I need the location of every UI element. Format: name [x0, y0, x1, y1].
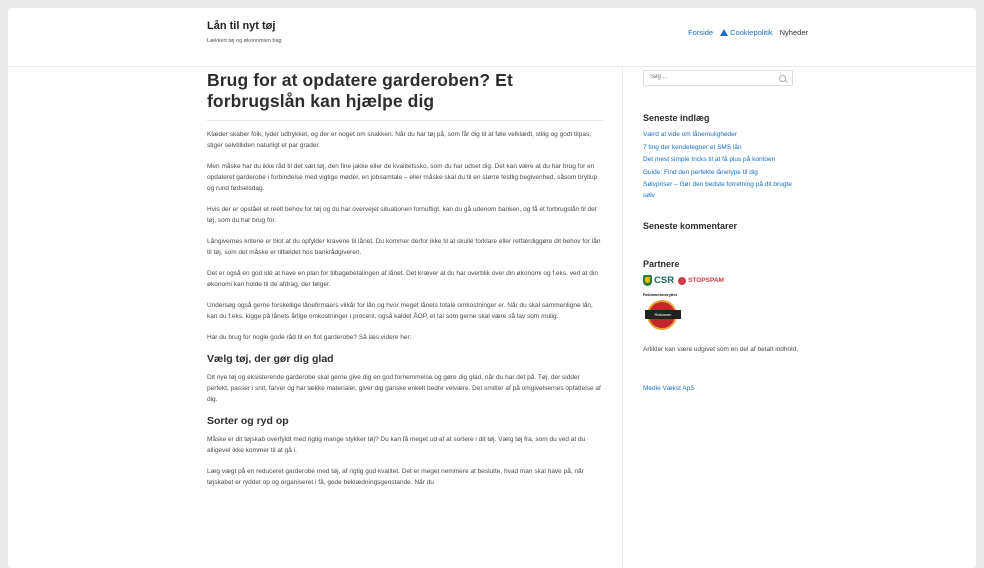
nav-nyheder-label: Nyheder: [779, 28, 808, 37]
recent-post-link[interactable]: 7 ting der kendetegner et SMS lån: [643, 143, 798, 154]
article: Brug for at opdatere garderoben? Et forb…: [207, 70, 603, 498]
article-paragraph: Måske er dit tøjskab overfyldt med rigti…: [207, 436, 586, 454]
article-paragraph: Hvis der er opstået et reelt behov for t…: [207, 206, 597, 224]
recent-post-link[interactable]: Guide: Find den perfekte lånetype til di…: [643, 168, 798, 179]
ad-ribbon-text: Reklamer: [654, 312, 672, 317]
stopspam-label: STOPSPAM: [688, 277, 724, 284]
recent-comments-title: Seneste kommentarer: [643, 221, 738, 231]
partner-logos: CSR STOPSPAM: [643, 275, 798, 286]
article-title: Brug for at opdatere garderoben? Et forb…: [207, 70, 513, 111]
search-icon[interactable]: [779, 75, 786, 82]
page: Lån til nyt tøj Lækkert tøj og økonomien…: [8, 8, 976, 568]
main-nav: Forside Cookiepolitik Nyheder: [688, 28, 808, 37]
csr-label: CSR: [654, 275, 675, 286]
recent-post-link[interactable]: Sølvpriser – Gør den bedste forretning p…: [643, 180, 798, 201]
ad-badge-top-text: Reklamebeskyttet: [643, 292, 678, 297]
nav-cookiepolitik[interactable]: Cookiepolitik: [720, 28, 773, 37]
article-paragraph: Långivernes kriterie er blot at du opfyl…: [207, 238, 601, 256]
site-header: Lån til nyt tøj Lækkert tøj og økonomien…: [8, 8, 976, 67]
ad-protection-badge[interactable]: Reklamebeskyttet Reklamer: [643, 292, 683, 336]
csr-logo[interactable]: CSR: [643, 275, 674, 286]
article-paragraph: Har du brug for nogle gode råd til en fl…: [207, 334, 412, 341]
footer-link-medie-vaekst[interactable]: Medie Vækst ApS: [643, 385, 695, 392]
column-divider: [622, 66, 623, 568]
nav-nyheder[interactable]: Nyheder: [780, 28, 808, 37]
site-title[interactable]: Lån til nyt tøj: [207, 20, 275, 32]
article-paragraph: Klæder skaber folk, lyder udtrykket, og …: [207, 131, 592, 149]
nav-forside-label: Forside: [688, 28, 714, 37]
title-divider: [207, 120, 603, 121]
shield-icon: [643, 275, 652, 286]
search-box: [643, 70, 793, 86]
article-paragraph: Men måske har du ikke råd til det sæt tø…: [207, 163, 598, 192]
section-heading: Vælg tøj, der gør dig glad: [207, 353, 334, 365]
stop-icon: [678, 276, 687, 285]
recent-posts-title: Seneste indlæg: [643, 113, 710, 123]
nav-cookiepolitik-label: Cookiepolitik: [730, 28, 773, 37]
section-heading: Sorter og ryd op: [207, 415, 289, 427]
sponsored-disclaimer: Artikler kan være udgivet som en del af …: [643, 346, 799, 353]
article-paragraph: Dit nye tøj og eksisterende garderobe sk…: [207, 374, 601, 403]
recent-post-link[interactable]: Det mest simple tricks til at få plus på…: [643, 155, 798, 166]
partners-title: Partnere: [643, 259, 680, 269]
article-paragraph: Undersøg også gerne forskellige lånefirm…: [207, 302, 593, 320]
article-paragraph: Det er også en god idé at have en plan f…: [207, 270, 598, 288]
recent-post-link[interactable]: Værd at vide om lånemuligheder: [643, 130, 798, 141]
article-paragraph: Læg vægt på en reduceret garderobe med t…: [207, 468, 584, 486]
stopspam-logo[interactable]: STOPSPAM: [678, 276, 724, 285]
sidebar: Seneste indlæg Værd at vide om lånemulig…: [643, 70, 798, 395]
site-description: Lækkert tøj og økonomien bag: [207, 38, 282, 44]
ad-ribbon: Reklamer: [645, 310, 681, 319]
search-input[interactable]: [650, 74, 770, 80]
warning-icon: [720, 29, 729, 36]
recent-posts-list: Værd at vide om lånemuligheder 7 ting de…: [643, 130, 798, 201]
nav-forside[interactable]: Forside: [688, 28, 713, 37]
